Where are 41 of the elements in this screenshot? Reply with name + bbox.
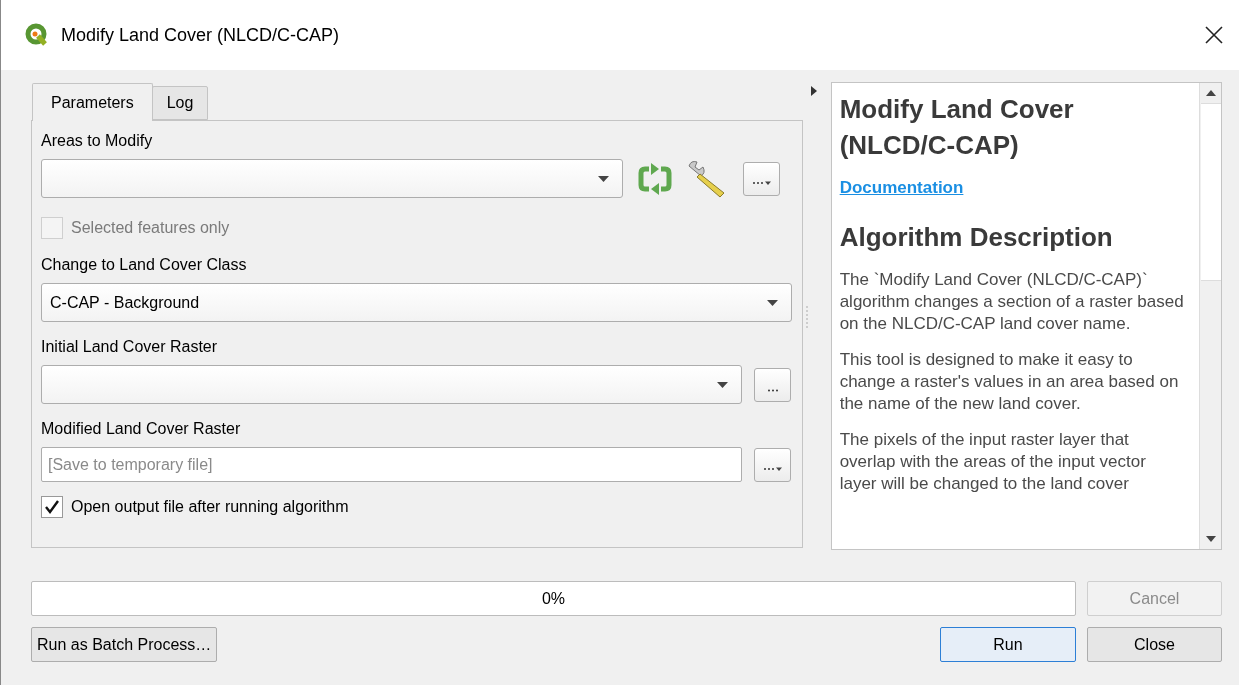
- progress-text: 0%: [541, 588, 566, 609]
- tab[interactable]: Parameters: [32, 83, 153, 121]
- help-heading: Algorithm Description: [839, 220, 1114, 254]
- dropdown-caret-icon[interactable]: [717, 381, 728, 388]
- dropdown[interactable]: C-CAP - Background: [41, 283, 792, 322]
- dropdown-caret-icon[interactable]: [767, 299, 778, 306]
- browse-button[interactable]: [754, 367, 791, 402]
- help-paragraph: The `Modify Land Cover (NLCD/C-CAP)` algorithm changes a section of a raster based on the NLCD/C-CAP land cover name.: [839, 268, 1185, 335]
- scrollbar[interactable]: [1199, 83, 1221, 549]
- scroll-down-icon[interactable]: [1205, 536, 1216, 542]
- app-logo-icon: [25, 23, 49, 47]
- checkbox-label: Selected features only: [71, 218, 230, 238]
- help-title: Modify Land Cover (NLCD/C-CAP): [839, 93, 1075, 162]
- more-icon: [762, 465, 783, 472]
- checkbox-label: Open output file after running algorithm: [71, 497, 349, 517]
- scroll-up-icon[interactable]: [1205, 90, 1216, 96]
- tab[interactable]: Log: [151, 86, 209, 120]
- help-paragraph: The pixels of the input raster layer that overlap with the areas of the input vector layer will be changed to the land cover: [839, 428, 1147, 495]
- dropdown-caret-icon[interactable]: [598, 175, 609, 182]
- splitter-handle-icon[interactable]: [805, 306, 808, 328]
- field-label: Modified Land Cover Raster: [41, 419, 242, 439]
- more-icon: [751, 179, 772, 186]
- close-button[interactable]: Close: [1087, 627, 1222, 662]
- scrollbar-thumb[interactable]: [1200, 103, 1221, 281]
- options-menu-button[interactable]: [754, 447, 791, 482]
- close-icon[interactable]: [1205, 26, 1223, 44]
- window-title: Modify Land Cover (NLCD/C-CAP): [61, 23, 340, 47]
- batch-button[interactable]: Run as Batch Process…: [31, 627, 218, 662]
- checkbox[interactable]: [41, 496, 63, 518]
- options-menu-button[interactable]: [743, 161, 780, 196]
- help-paragraph: This tool is designed to make it easy to change a raster's values in an area based on the name of the new land cover.: [839, 348, 1180, 415]
- output-path-field[interactable]: [Save to temporary file]: [41, 447, 742, 482]
- field-label: Change to Land Cover Class: [41, 255, 248, 275]
- more-icon: [766, 388, 779, 392]
- refresh-icon[interactable]: [637, 162, 673, 195]
- run-button[interactable]: Run: [940, 627, 1076, 662]
- field-label: Areas to Modify: [41, 131, 154, 151]
- checkmark-icon: [44, 499, 60, 515]
- collapse-arrow-icon[interactable]: [810, 86, 817, 96]
- field-label: Initial Land Cover Raster: [41, 337, 219, 357]
- dropdown-value: C-CAP - Background: [50, 292, 200, 313]
